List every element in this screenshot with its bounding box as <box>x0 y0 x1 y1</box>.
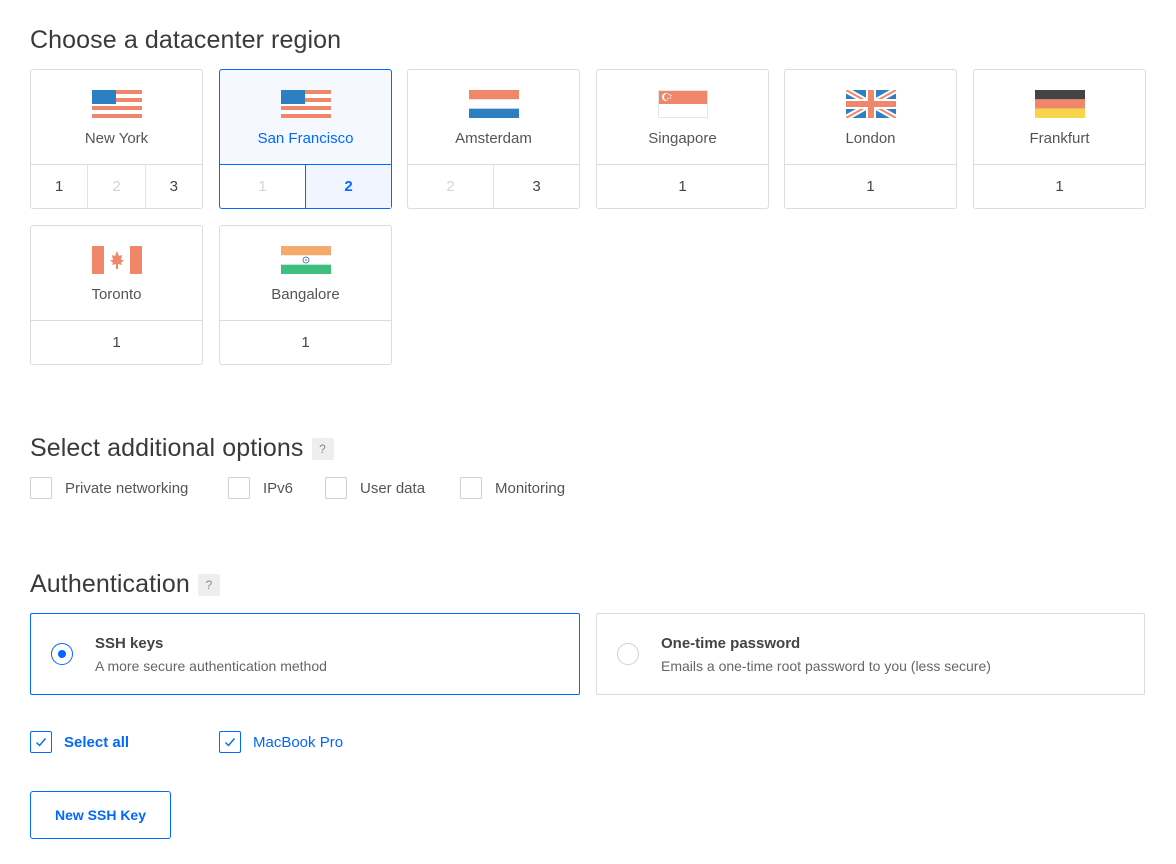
region-name: Toronto <box>91 286 142 303</box>
datacenter-options: 1 2 <box>220 164 391 208</box>
region-name: New York <box>84 130 149 147</box>
ssh-keys-radio[interactable] <box>51 643 73 665</box>
option-label: Private networking <box>65 479 189 497</box>
one-time-password-radio[interactable] <box>617 643 639 665</box>
select-all-label: Select all <box>64 733 130 751</box>
option-monitoring[interactable]: Monitoring <box>460 477 565 499</box>
datacenter-options: 1 <box>597 164 768 208</box>
options-title-text: Select additional options <box>30 434 304 462</box>
datacenter-option-1[interactable]: 1 <box>597 165 768 208</box>
region-card-toronto[interactable]: Toronto 1 <box>30 225 203 365</box>
ssh-key-macbook-pro[interactable]: MacBook Pro <box>219 731 343 753</box>
help-icon[interactable]: ? <box>311 437 334 460</box>
auth-section-title: Authentication ? <box>30 570 220 599</box>
datacenter-option-1: 1 <box>258 178 267 195</box>
us-flag-icon <box>91 90 142 118</box>
region-name: Frankfurt <box>1029 130 1090 147</box>
checkmark-icon <box>225 738 236 747</box>
uk-flag-icon <box>845 90 896 118</box>
datacenter-option-1[interactable]: 1 <box>785 165 956 208</box>
datacenter-option-1[interactable]: 1 <box>31 321 202 364</box>
datacenter-options: 1 <box>31 320 202 364</box>
region-section-title: Choose a datacenter region <box>30 26 342 54</box>
select-all-checkbox[interactable] <box>30 731 52 753</box>
auth-title-text: Authentication <box>30 570 190 598</box>
nl-flag-icon <box>468 90 519 118</box>
de-flag-icon <box>1034 90 1085 118</box>
region-card-amsterdam[interactable]: Amsterdam 2 3 <box>407 69 580 209</box>
datacenter-option-2: 2 <box>87 165 144 208</box>
option-private-networking[interactable]: Private networking <box>30 477 188 499</box>
auth-method-description: A more secure authentication method <box>95 657 327 674</box>
option-label: User data <box>360 479 426 497</box>
auth-method-title: One-time password <box>661 634 801 652</box>
monitoring-checkbox[interactable] <box>460 477 482 499</box>
region-card-san-francisco[interactable]: San Francisco 1 2 <box>219 69 392 209</box>
datacenter-options: 1 <box>220 320 391 364</box>
region-card-singapore[interactable]: Singapore 1 <box>596 69 769 209</box>
option-user-data[interactable]: User data <box>325 477 425 499</box>
private-networking-checkbox[interactable] <box>30 477 52 499</box>
new-ssh-key-button[interactable]: New SSH Key <box>30 791 171 839</box>
datacenter-option-3[interactable]: 3 <box>493 165 579 208</box>
checkmark-icon <box>36 738 47 747</box>
in-flag-icon <box>280 246 331 274</box>
sg-flag-icon <box>657 90 708 118</box>
option-label: IPv6 <box>263 479 294 497</box>
macbook-pro-key-checkbox[interactable] <box>219 731 241 753</box>
region-name: Singapore <box>648 130 717 147</box>
auth-method-title: SSH keys <box>95 634 164 652</box>
user-data-checkbox[interactable] <box>325 477 347 499</box>
option-ipv6[interactable]: IPv6 <box>228 477 293 499</box>
ipv6-checkbox[interactable] <box>228 477 250 499</box>
radio-selected-dot <box>58 650 66 658</box>
region-card-frankfurt[interactable]: Frankfurt 1 <box>973 69 1146 209</box>
auth-method-ssh-keys[interactable]: SSH keys A more secure authentication me… <box>30 613 580 695</box>
region-card-london[interactable]: London 1 <box>784 69 957 209</box>
datacenter-option-2[interactable]: 2 <box>305 165 391 208</box>
auth-method-one-time-password[interactable]: One-time password Emails a one-time root… <box>596 613 1145 695</box>
option-label: Monitoring <box>495 479 566 497</box>
region-name: London <box>845 130 896 147</box>
region-card-bangalore[interactable]: Bangalore 1 <box>219 225 392 365</box>
ca-flag-icon <box>91 246 142 274</box>
datacenter-option-1[interactable]: 1 <box>220 321 391 364</box>
auth-method-description: Emails a one-time root password to you (… <box>661 657 991 674</box>
datacenter-options: 1 <box>974 164 1145 208</box>
help-icon[interactable]: ? <box>197 573 220 596</box>
region-name: Bangalore <box>271 286 340 303</box>
datacenter-option-2: 2 <box>446 178 455 195</box>
region-name: Amsterdam <box>455 130 532 147</box>
ssh-key-select-all[interactable]: Select all <box>30 731 129 753</box>
datacenter-option-3[interactable]: 3 <box>144 165 202 208</box>
datacenter-option-1[interactable]: 1 <box>31 165 87 208</box>
datacenter-options: 2 3 <box>408 164 579 208</box>
region-name: San Francisco <box>257 130 354 147</box>
datacenter-options: 1 <box>785 164 956 208</box>
datacenter-options: 1 2 3 <box>31 164 202 208</box>
region-card-new-york[interactable]: New York 1 2 3 <box>30 69 203 209</box>
datacenter-option-1[interactable]: 1 <box>974 165 1145 208</box>
options-section-title: Select additional options ? <box>30 434 334 463</box>
macbook-pro-key-label: MacBook Pro <box>253 733 344 751</box>
us-flag-icon <box>280 90 331 118</box>
